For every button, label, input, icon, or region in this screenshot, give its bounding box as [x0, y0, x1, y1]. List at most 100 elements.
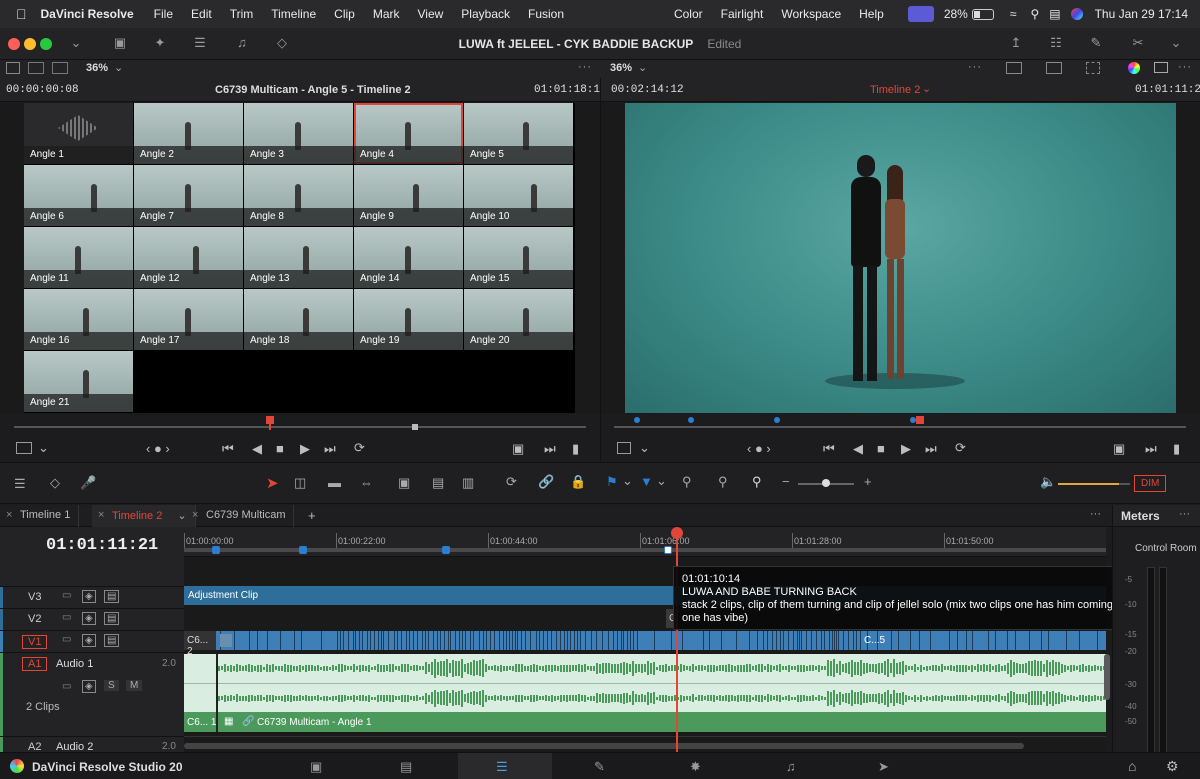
chevron-down-icon[interactable]: ⌄: [638, 61, 647, 74]
more-options-icon[interactable]: ···: [1090, 508, 1101, 520]
dim-button[interactable]: DIM: [1134, 475, 1167, 492]
first-frame-icon[interactable]: ⏮: [823, 441, 835, 457]
multicam-angle-tile[interactable]: Angle 11: [24, 227, 133, 288]
menu-item-fairlight[interactable]: Fairlight: [721, 7, 764, 21]
source-scrub-bar[interactable]: [14, 414, 586, 436]
chevron-down-icon[interactable]: ⌄: [622, 473, 633, 489]
next-edit-icon[interactable]: ⏭: [1145, 441, 1157, 457]
fairlight-page-icon[interactable]: ♫: [786, 759, 796, 774]
marker-icon[interactable]: [212, 546, 220, 554]
voiceover-mic-icon[interactable]: 🎤: [80, 475, 96, 491]
control-center-icon[interactable]: ▤: [1049, 7, 1060, 21]
inspector-icon[interactable]: ✂: [1128, 35, 1148, 53]
source-zoom[interactable]: 36%: [86, 62, 108, 74]
marker-icon[interactable]: [299, 546, 307, 554]
menu-item-edit[interactable]: Edit: [191, 7, 212, 21]
multicam-angle-tile[interactable]: Angle 10: [464, 165, 573, 226]
match-frame-icon[interactable]: ▣: [1113, 441, 1125, 457]
trim-tool-icon[interactable]: ◫: [294, 475, 306, 491]
loop-icon[interactable]: ⟳: [354, 440, 365, 456]
a1-clip-bar[interactable]: C6... 1 ▦ 🔗 C6739 Multicam - Angle 1: [184, 712, 1106, 732]
last-frame-icon[interactable]: ⏭: [324, 441, 336, 457]
play-icon[interactable]: ▶: [901, 441, 911, 457]
transform-icon[interactable]: [1086, 62, 1100, 74]
chevron-down-icon[interactable]: ⌄: [639, 440, 650, 456]
metadata-icon[interactable]: ✎: [1086, 35, 1106, 53]
color-page-icon[interactable]: ✸: [690, 759, 701, 775]
zoom-full-icon[interactable]: ⚲: [682, 474, 692, 490]
full-screen-icon[interactable]: [1154, 62, 1168, 73]
more-options-icon[interactable]: ···: [1179, 508, 1190, 520]
multicam-angle-tile[interactable]: Angle 4: [354, 103, 463, 164]
clip-overlay-icon[interactable]: [52, 62, 68, 74]
track-label-v2[interactable]: V2: [28, 613, 41, 625]
multicam-angle-tile[interactable]: Angle 18: [244, 289, 353, 350]
chevron-down-icon[interactable]: ⌄: [656, 473, 667, 489]
screen-record-icon[interactable]: [907, 6, 934, 22]
marker-tool-icon[interactable]: ▼: [640, 474, 653, 489]
menu-app-name[interactable]: DaVinci Resolve: [41, 7, 134, 21]
apple-icon[interactable]: : [16, 6, 27, 22]
media-page-icon[interactable]: ▣: [310, 759, 322, 775]
marker-icon[interactable]: [688, 417, 694, 423]
multicam-angle-tile[interactable]: Angle 5: [464, 103, 573, 164]
layout-icon[interactable]: [6, 62, 20, 74]
chevron-down-icon[interactable]: ⌄: [1166, 35, 1186, 53]
chevron-down-icon[interactable]: ⌄: [38, 440, 49, 456]
blade-tool-icon[interactable]: ⇔: [360, 475, 373, 490]
multicam-angle-tile[interactable]: Angle 9: [354, 165, 463, 226]
track-enable-icon[interactable]: ▤: [104, 590, 120, 603]
chevron-down-icon[interactable]: ⌄: [114, 61, 123, 74]
menu-item-trim[interactable]: Trim: [230, 7, 254, 21]
playhead-handle[interactable]: [671, 527, 683, 539]
clip-icon[interactable]: ▮: [1173, 441, 1180, 457]
zoom-detail-icon[interactable]: ⚲: [718, 474, 728, 490]
menu-item-fusion[interactable]: Fusion: [528, 7, 564, 21]
edit-page-icon[interactable]: ☰: [496, 759, 508, 775]
marker-icon[interactable]: [774, 417, 780, 423]
speaker-icon[interactable]: 🔈: [1040, 474, 1056, 490]
menu-item-view[interactable]: View: [418, 7, 444, 21]
hdr-icon[interactable]: [1046, 62, 1062, 74]
timeline-viewer-frame[interactable]: [625, 103, 1176, 413]
first-frame-icon[interactable]: ⏮: [222, 441, 234, 457]
clip-icon[interactable]: ▮: [572, 441, 579, 457]
multicam-angle-tile[interactable]: Angle 19: [354, 289, 463, 350]
position-lock-icon[interactable]: 🔒: [570, 474, 586, 490]
track-enable-icon[interactable]: ▤: [104, 612, 120, 625]
color-wheel-icon[interactable]: [1128, 62, 1140, 74]
auto-track-select-icon[interactable]: ◈: [82, 634, 96, 647]
track-label-v3[interactable]: V3: [28, 591, 41, 603]
mute-button[interactable]: M: [126, 680, 143, 691]
menu-item-clip[interactable]: Clip: [334, 7, 355, 21]
multicam-angle-tile[interactable]: Angle 14: [354, 227, 463, 288]
menu-item-color[interactable]: Color: [674, 7, 703, 21]
multicam-angle-tile[interactable]: Angle 17: [134, 289, 243, 350]
timeline-view-options-icon[interactable]: ☰: [14, 476, 26, 492]
zoom-custom-icon[interactable]: ⚲: [752, 474, 762, 490]
viewer-mode-icon[interactable]: [16, 442, 32, 454]
zoom-slider-handle[interactable]: [822, 479, 830, 487]
track-label-v1[interactable]: V1: [22, 635, 48, 649]
play-reverse-icon[interactable]: ◀: [252, 441, 262, 457]
mixer-icon[interactable]: ☷: [1046, 35, 1066, 53]
timeline-tab-1[interactable]: × Timeline 1: [0, 505, 80, 527]
play-icon[interactable]: ▶: [300, 441, 310, 457]
chevron-down-icon[interactable]: ⌄: [922, 82, 931, 95]
menu-item-file[interactable]: File: [154, 7, 173, 21]
settings-gear-icon[interactable]: ⚙: [1166, 758, 1179, 775]
multicam-angle-tile[interactable]: Angle 6: [24, 165, 133, 226]
multicam-angle-tile[interactable]: Angle 7: [134, 165, 243, 226]
auto-track-select-icon[interactable]: ◈: [82, 590, 96, 603]
timeline-playhead[interactable]: [676, 527, 678, 779]
marker-icon[interactable]: [910, 417, 916, 423]
track-label-a1[interactable]: A1: [22, 657, 48, 671]
lock-icon[interactable]: ▭: [62, 681, 71, 692]
loop-icon[interactable]: ⟳: [955, 440, 966, 456]
more-options-icon[interactable]: ···: [968, 61, 982, 73]
multicam-angle-tile[interactable]: Angle 3: [244, 103, 353, 164]
timeline-viewer-playhead[interactable]: [916, 416, 924, 424]
menu-item-workspace[interactable]: Workspace: [781, 7, 841, 21]
lock-icon[interactable]: ▭: [62, 590, 71, 601]
multicam-angle-tile[interactable]: Angle 2: [134, 103, 243, 164]
